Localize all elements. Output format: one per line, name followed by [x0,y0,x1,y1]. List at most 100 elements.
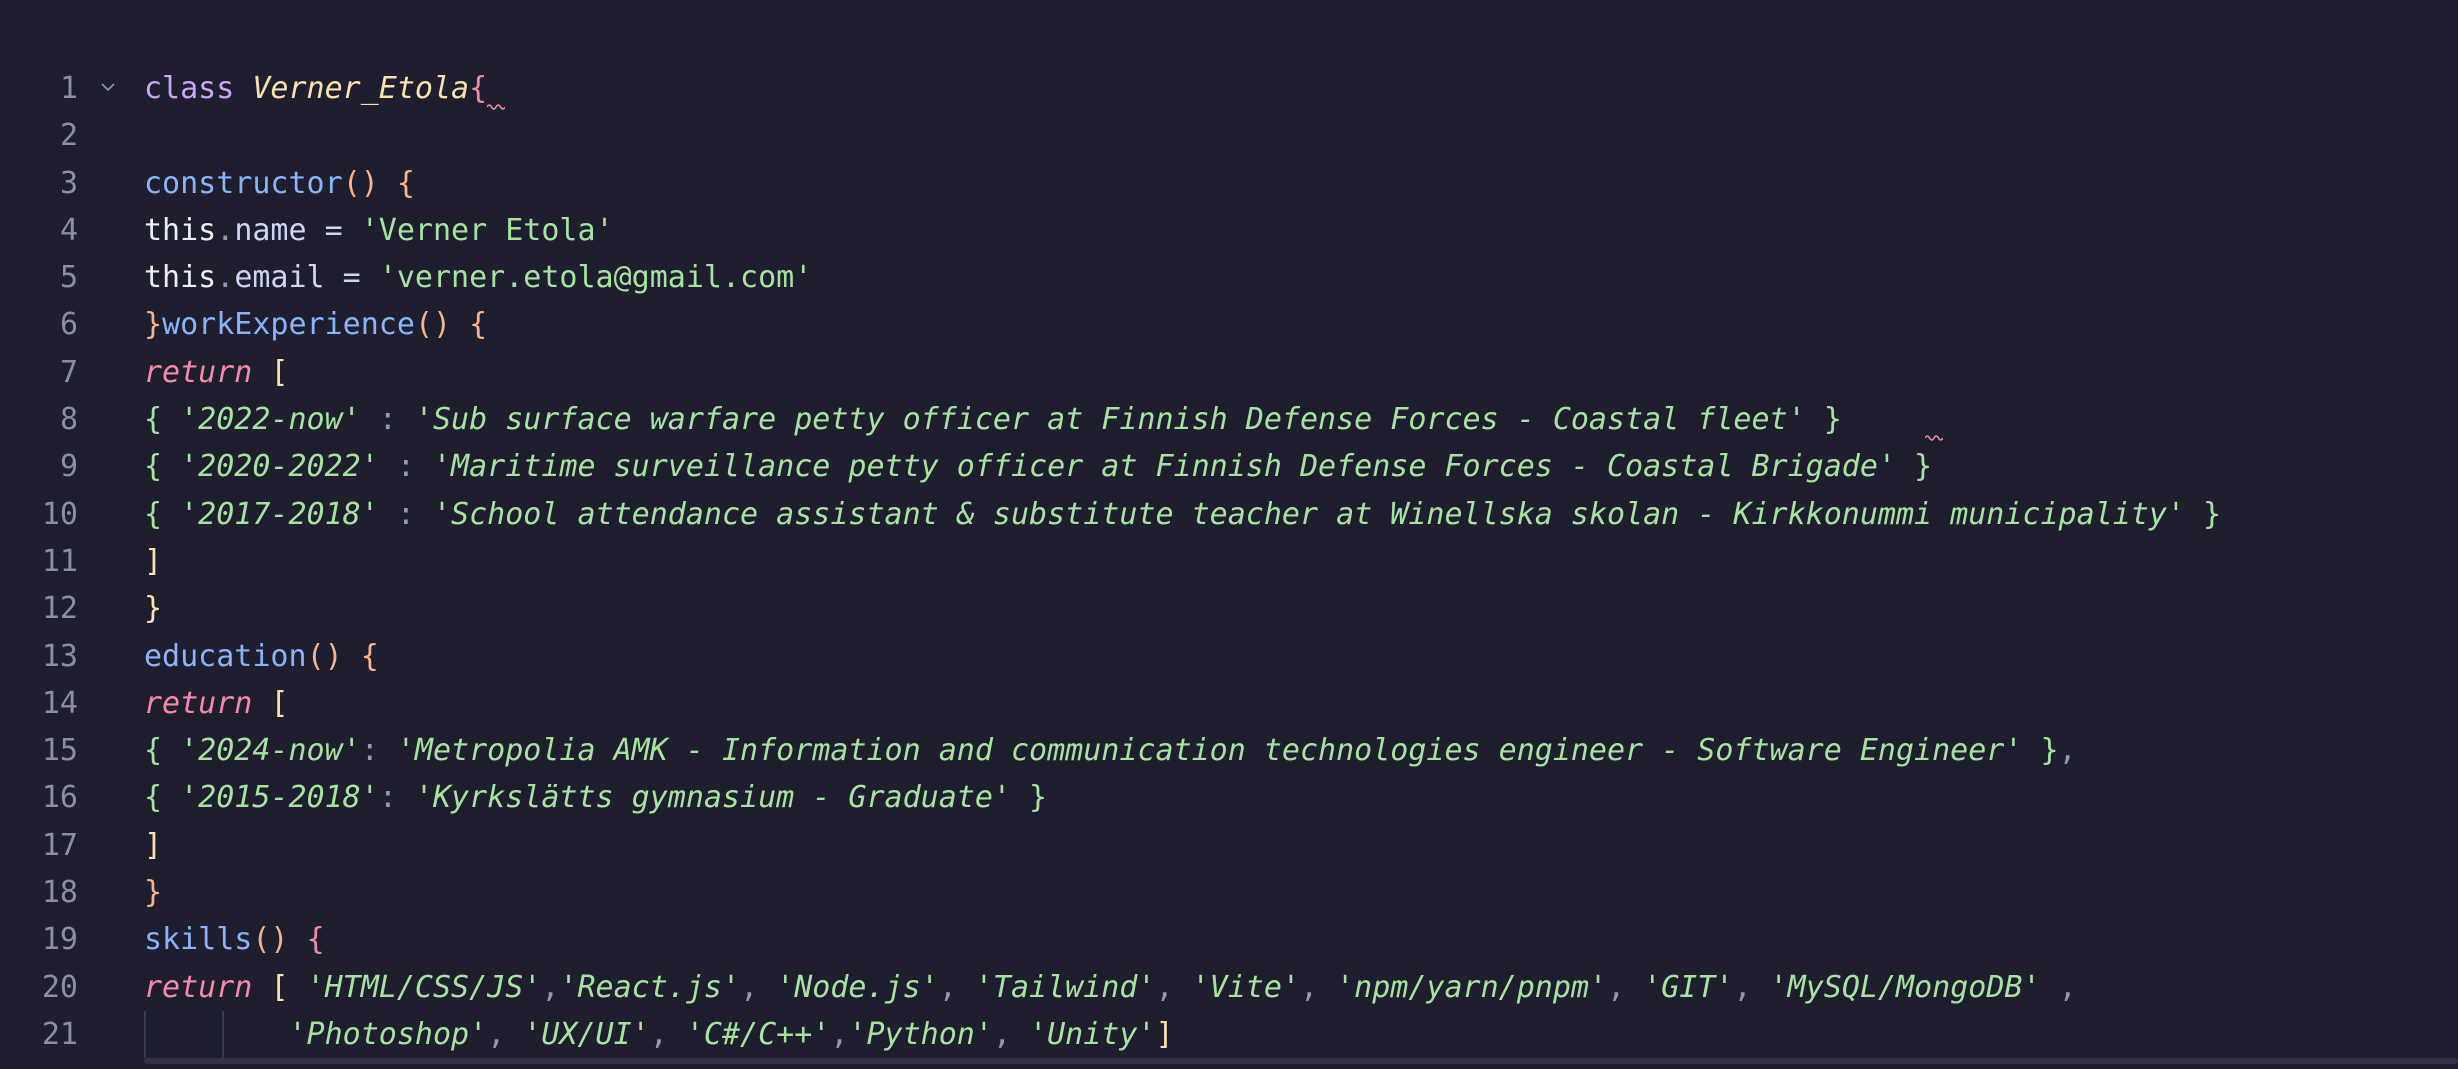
code-text: this.name = 'Verner Etola' [144,207,614,254]
code-line[interactable]: 18} [0,869,2458,916]
line-number: 6 [59,307,78,343]
code-line[interactable]: 20 return [ 'HTML/CSS/JS','React.js', 'No… [0,964,2458,1011]
token-fn: skills [144,922,253,958]
token-dot: . [216,260,235,296]
code-text: 'Photoshop', 'UX/UI', 'C#/C++','Python',… [144,1011,1174,1058]
token-stri: 'Sub surface warfare petty officer at Fi… [414,402,1806,438]
token-this: this [144,212,217,248]
line-number: 3 [59,165,78,201]
error-squiggle-icon [1925,435,1943,441]
code-line[interactable]: 3 constructor() { [0,160,2458,207]
token-prop: name [234,212,307,248]
token-stri: '2022-now' [180,402,361,438]
token-prop: email [234,260,325,296]
token-op: = [324,260,379,296]
token-kw: class [144,71,253,106]
token-stri: 'Maritime surveillance petty officer at … [433,449,1896,485]
token-stri: 'GIT' [1643,969,1734,1005]
code-line[interactable]: 14 return [ [0,680,2458,727]
line-number: 21 [41,1016,78,1052]
line-number: 12 [41,591,78,627]
token-op: = [306,212,361,248]
code-line[interactable]: 8 { '2022-now' : 'Sub surface warfare pet… [0,396,2458,443]
token-paren: } [144,875,163,911]
code-line[interactable]: 16 { '2015-2018': 'Kyrkslätts gymnasium -… [0,774,2458,821]
code-text: { '2024-now': 'Metropolia AMK - Informat… [144,727,2077,774]
token-paren: () [252,922,307,958]
token-paren: () { [342,165,415,201]
code-line[interactable]: 11] [0,538,2458,585]
token-brace: { [469,71,488,106]
token-stri: 'UX/UI' [523,1016,650,1052]
line-number: 7 [59,354,78,390]
token-stri: 'Unity' [1029,1016,1156,1052]
token-dot: . [216,212,235,248]
token-stri: 'Metropolia AMK - Information and commun… [396,733,2023,769]
code-text: { '2022-now' : 'Sub surface warfare pett… [144,396,1842,443]
code-line[interactable]: 1 class Verner_Etola{ [0,65,2458,112]
code-line[interactable]: 2 [0,112,2458,159]
token-gbrace: } [1805,402,1842,438]
code-line[interactable]: 17] [0,822,2458,869]
token-paren: } [144,307,163,343]
line-number: 13 [41,638,78,674]
code-line[interactable]: 9 { '2020-2022' : 'Maritime surveillance … [0,443,2458,490]
token-punc: , [649,1016,686,1052]
token-stri: 'Photoshop' [288,1016,488,1052]
code-line[interactable]: 13 education() { [0,633,2458,680]
token-paren: () { [306,638,379,674]
token-br: [ [270,354,289,390]
token-str: 'Verner Etola' [360,212,614,248]
code-text: }workExperience() { [144,301,487,348]
code-text: class Verner_Etola{ [144,65,487,112]
token-punc: , [992,1016,1030,1052]
token-punc: , [1300,969,1337,1005]
token-stri: '2020-2022' [180,449,379,485]
token-cls: Verner_Etola [252,71,470,106]
token-this: this [144,260,217,296]
code-text: ] [144,538,162,585]
code-line[interactable]: 5 this.email = 'verner.etola@gmail.com' [0,254,2458,301]
code-line[interactable]: 12} [0,585,2458,632]
token-gbrace: } [1010,780,1048,816]
line-number: 11 [41,543,78,579]
code-text: education() { [144,633,379,680]
token-stri: 'Tailwind' [974,969,1156,1005]
code-text: } [144,585,162,632]
token-stri: 'npm/yarn/pnpm' [1336,969,1608,1005]
token-br: ] [144,543,163,579]
line-number: 17 [41,827,78,863]
line-number: 1 [59,71,78,106]
line-number: 14 [41,685,78,721]
code-line[interactable]: 21 'Photoshop', 'UX/UI', 'C#/C++','Pytho… [0,1010,2458,1059]
fold-chevron-down-icon[interactable] [100,79,116,95]
token-punc: : [378,449,433,485]
code-line[interactable]: 6 }workExperience() { [0,301,2458,348]
token-str: 'verner.etola@gmail.com' [378,260,813,296]
code-line[interactable]: 10 { '2017-2018' : 'School attendance ass… [0,491,2458,538]
token-punc: , [1155,969,1192,1005]
code-text: return [ [144,349,289,396]
line-number: 5 [59,260,78,296]
code-text: skills() { [144,916,325,963]
token-punc: , [487,1016,524,1052]
line-number: 10 [41,496,78,532]
code-text: this.email = 'verner.etola@gmail.com' [144,254,812,301]
code-line[interactable]: 15 { '2024-now': 'Metropolia AMK - Inform… [0,727,2458,774]
code-line[interactable]: 19 skills() { [0,916,2458,963]
token-gbrace: { [144,496,181,532]
token-punc [144,1017,289,1052]
code-line[interactable]: 4 this.name = 'Verner Etola' [0,207,2458,254]
token-ret: return [144,354,271,390]
horizontal-scrollbar[interactable] [144,1058,2458,1064]
token-stri: 'Node.js' [776,969,939,1005]
token-punc: : [360,402,415,438]
code-editor[interactable]: 1 class Verner_Etola{2 3 constructor() {4th… [0,65,2458,1059]
code-text: return [ [144,680,289,727]
code-line[interactable]: 7 return [ [0,349,2458,396]
token-stri: 'Kyrkslätts gymnasium - Graduate' [414,780,1011,816]
token-punc: , [740,969,777,1005]
error-squiggle-icon [487,104,505,110]
token-stri: '2017-2018' [180,496,379,532]
line-number: 2 [59,118,78,154]
